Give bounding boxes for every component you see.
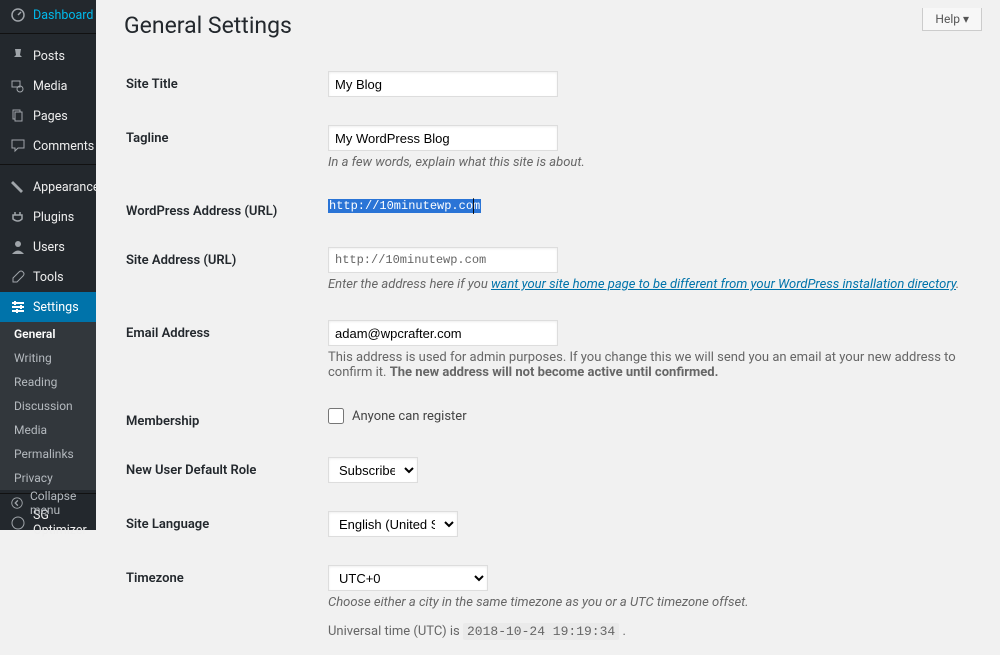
site-title-input[interactable] [328,71,558,97]
email-desc: This address is used for admin purposes.… [328,350,968,380]
label-tagline: Tagline [126,113,326,184]
sidebar-item-users[interactable]: Users [0,232,96,262]
label-default-role: New User Default Role [126,445,326,497]
label-site-address: Site Address (URL) [126,235,326,306]
sidebar-item-dashboard[interactable]: Dashboard [0,0,96,30]
caret-down-icon: ▾ [963,12,969,26]
settings-form: Site Title Tagline In a few words, expla… [124,57,980,655]
help-dropdown[interactable]: Help ▾ [922,8,982,31]
user-icon [10,239,26,255]
collapse-icon [10,495,24,511]
sidebar-item-media[interactable]: Media [0,71,96,101]
sidebar-item-comments[interactable]: Comments [0,131,96,161]
sidebar-item-label: Posts [33,49,65,64]
sidebar-item-label: Dashboard [33,8,93,23]
timezone-select[interactable]: UTC+0 [328,565,488,591]
sidebar-item-plugins[interactable]: Plugins [0,202,96,232]
timezone-desc: Choose either a city in the same timezon… [328,595,968,610]
plug-icon [10,209,26,225]
label-email: Email Address [126,308,326,394]
sidebar-item-label: Comments [33,139,94,154]
tools-icon [10,269,26,285]
sidebar-item-label: Users [33,240,65,255]
utc-time-row: Universal time (UTC) is 2018-10-24 19:19… [328,624,968,639]
media-icon [10,78,26,94]
pin-icon [10,48,26,64]
submenu-general[interactable]: General [0,322,96,346]
membership-checkbox[interactable] [328,408,344,424]
sidebar-item-posts[interactable]: Posts [0,41,96,71]
label-timezone: Timezone [126,553,326,653]
main-content: Help ▾ General Settings Site Title Tagli… [96,0,1000,530]
label-site-title: Site Title [126,59,326,111]
wp-address-input[interactable]: http://10minutewp.com [328,199,481,213]
sidebar-item-label: Appearance [33,180,100,195]
sidebar-item-appearance[interactable]: Appearance [0,172,96,202]
sidebar-item-settings[interactable]: Settings [0,292,96,322]
label-membership: Membership [126,396,326,443]
tagline-desc: In a few words, explain what this site i… [328,155,968,170]
text-caret-icon: │ [470,198,471,216]
site-address-input[interactable] [328,247,558,273]
page-title: General Settings [124,12,980,39]
sidebar-item-label: Plugins [33,210,74,225]
sidebar-item-label: Pages [33,109,68,124]
sidebar-item-pages[interactable]: Pages [0,101,96,131]
sidebar-item-label: Media [33,79,67,94]
label-site-language: Site Language [126,499,326,551]
wp-address-selected-text: http://10minutewp.com [328,199,481,213]
default-role-select[interactable]: Subscriber [328,457,418,483]
collapse-menu-button[interactable]: Collapse menu [0,482,96,524]
admin-sidebar: Dashboard Posts Media Pages Comments App… [0,0,96,530]
sidebar-item-tools[interactable]: Tools [0,262,96,292]
submenu-media[interactable]: Media [0,418,96,442]
sidebar-item-label: Settings [33,300,79,315]
label-wp-address: WordPress Address (URL) [126,186,326,233]
sidebar-item-label: Tools [33,270,64,285]
submenu-reading[interactable]: Reading [0,370,96,394]
collapse-label: Collapse menu [30,489,88,517]
page-icon [10,108,26,124]
settings-icon [10,299,26,315]
site-language-select[interactable]: English (United States) [328,511,458,537]
submenu-writing[interactable]: Writing [0,346,96,370]
utc-time-value: 2018-10-24 19:19:34 [463,623,619,640]
site-address-help-link[interactable]: want your site home page to be different… [491,277,956,292]
submenu-discussion[interactable]: Discussion [0,394,96,418]
comment-icon [10,138,26,154]
tagline-input[interactable] [328,125,558,151]
settings-submenu: General Writing Reading Discussion Media… [0,322,96,490]
submenu-permalinks[interactable]: Permalinks [0,442,96,466]
membership-checkbox-label[interactable]: Anyone can register [328,408,467,424]
site-address-desc: Enter the address here if you want your … [328,277,968,292]
admin-email-input[interactable] [328,320,558,346]
dashboard-icon [10,7,26,23]
appearance-icon [10,179,26,195]
